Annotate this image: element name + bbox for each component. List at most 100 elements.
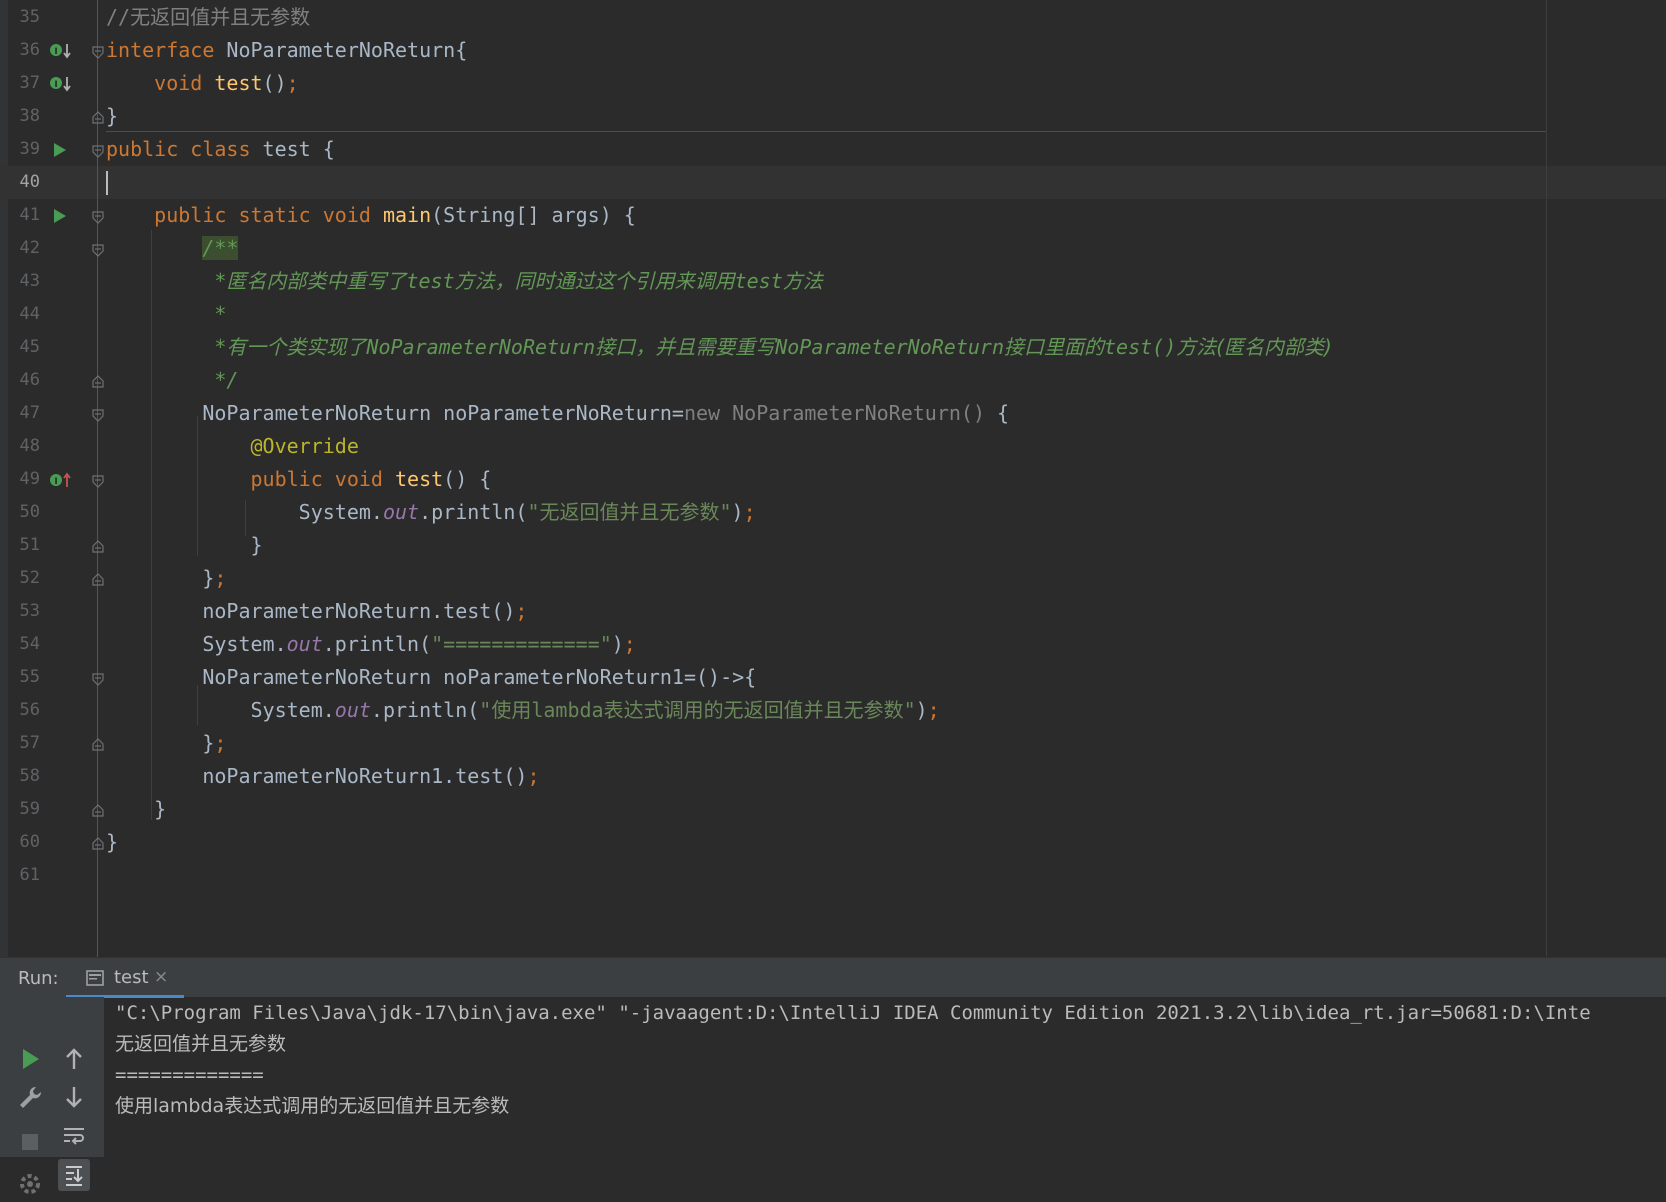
code-text: */ [106,364,238,397]
code-token: test { [262,137,335,161]
code-text: void test(); [106,67,299,100]
code-line[interactable]: 36 Iinterface NoParameterNoReturn{ [0,34,1666,67]
code-line[interactable]: 48 @Override [0,430,1666,463]
line-number: 53 [19,601,40,621]
code-token: 使用 [491,698,532,722]
fold-open-icon[interactable] [91,671,105,686]
implements-up-icon[interactable]: I [48,470,74,490]
code-token: ; [214,566,227,590]
code-line[interactable]: 59 } [0,793,1666,826]
soft-wrap-icon[interactable] [60,1121,88,1149]
fold-open-icon[interactable] [91,209,105,224]
code-token: () { [443,467,492,491]
code-line[interactable]: 52 }; [0,562,1666,595]
run-tab-test[interactable]: test × [66,958,184,998]
code-line[interactable]: 55 NoParameterNoReturn noParameterNoRetu… [0,661,1666,694]
code-token: NoParameterNoReturn [366,335,596,359]
text-caret [106,171,108,195]
fold-open-icon[interactable] [91,44,105,59]
code-line[interactable]: 49 I public void test() { [0,463,1666,496]
implemented-down-icon[interactable]: I [48,74,74,94]
code-line[interactable]: 38} [0,100,1666,133]
code-editor[interactable]: 35//无返回值并且无参数 36 Iinterface NoParameterNoR… [0,0,1666,957]
code-line[interactable]: 42 /** [0,232,1666,265]
run-gutter-icon[interactable] [48,206,74,226]
code-text: }; [106,727,226,760]
code-line[interactable]: 39 public class test { [0,133,1666,166]
run-gutter-icon[interactable] [48,140,74,160]
code-token: 接口，并且需要重写 [595,335,776,359]
code-token: (String[] args) { [431,203,636,227]
fold-end-icon[interactable] [91,803,105,817]
code-line[interactable]: 37 I void test(); [0,67,1666,100]
scroll-up-icon[interactable] [60,1045,88,1073]
code-token: "=============" [431,632,612,656]
fold-end-icon[interactable] [91,539,105,553]
line-number: 60 [19,832,40,852]
code-token: void [106,71,215,95]
fold-end-icon[interactable] [91,374,105,388]
wrench-icon[interactable] [16,1083,44,1111]
fold-open-icon[interactable] [91,473,105,488]
code-token: .println( [370,698,480,722]
code-token: { [985,401,1010,425]
line-number: 49 [19,469,40,489]
code-line[interactable]: 45 *有一个类实现了NoParameterNoReturn接口，并且需要重写N… [0,331,1666,364]
fold-end-icon[interactable] [91,572,105,586]
fold-open-icon[interactable] [91,407,105,422]
code-line[interactable]: 56 System.out.println("使用lambda表达式调用的无返回… [0,694,1666,727]
code-line[interactable]: 58 noParameterNoReturn1.test(); [0,760,1666,793]
code-text: public static void main(String[] args) { [106,199,636,232]
code-line[interactable]: 57 }; [0,727,1666,760]
fold-open-icon[interactable] [91,143,105,158]
code-line[interactable]: 50 System.out.println("无返回值并且无参数"); [0,496,1666,529]
code-token: /** [202,236,239,260]
code-line[interactable]: 61 [0,859,1666,892]
code-token: .println( [322,632,432,656]
code-line[interactable]: 41 public static void main(String[] args… [0,199,1666,232]
code-text: public class test { [106,133,335,166]
svg-text:I: I [54,477,57,487]
fold-open-icon[interactable] [91,242,105,257]
code-line[interactable]: 53 noParameterNoReturn.test(); [0,595,1666,628]
code-token: new NoParameterNoReturn() [683,401,985,425]
fold-end-icon[interactable] [91,836,105,850]
fold-end-icon[interactable] [91,110,105,124]
code-line[interactable]: 47 NoParameterNoReturn noParameterNoRetu… [0,397,1666,430]
code-line[interactable]: 40 [0,166,1666,199]
code-token: test [214,71,263,95]
scroll-down-icon[interactable] [60,1083,88,1111]
console-line: "C:\Program Files\Java\jdk-17\bin\java.e… [115,1002,1591,1024]
close-icon[interactable]: × [154,967,168,987]
code-token: // [106,5,131,29]
console-line: 无返回值并且无参数 [115,1033,287,1055]
code-token: 表达式调用的无返回值并且无参数 [603,698,904,722]
code-line[interactable]: 43 *匿名内部类中重写了test方法，同时通过这个引用来调用test方法 [0,265,1666,298]
code-line[interactable]: 35 //无返回值并且无参数 [0,1,1666,34]
code-line[interactable]: 60} [0,826,1666,859]
implemented-down-icon[interactable]: I [48,41,74,61]
code-token: } [106,104,119,128]
code-token: NoParameterNoReturn noParameterNoReturn1… [106,665,757,689]
code-token: 匿名内部类中重写了 [226,269,407,293]
code-line[interactable]: 46 */ [0,364,1666,397]
fold-end-icon[interactable] [91,737,105,751]
code-token: ; [527,764,540,788]
line-number: 37 [19,73,40,93]
settings-icon[interactable] [16,1170,44,1198]
code-line[interactable]: 54 System.out.println("============="); [0,628,1666,661]
code-token: public static void [106,203,383,227]
code-line[interactable]: 44 * [0,298,1666,331]
code-token: NoParameterNoReturn{ [226,38,468,62]
rerun-icon[interactable] [16,1045,44,1073]
code-token: " [479,698,492,722]
code-token: public class [106,137,263,161]
scroll-to-end-icon[interactable] [58,1159,90,1191]
line-number: 51 [19,535,40,555]
code-token: System. [106,698,335,722]
code-token: noParameterNoReturn.test() [106,599,516,623]
code-line[interactable]: 51 } [0,529,1666,562]
stop-icon[interactable] [16,1128,44,1156]
console-output[interactable]: "C:\Program Files\Java\jdk-17\bin\java.e… [115,997,1666,1157]
